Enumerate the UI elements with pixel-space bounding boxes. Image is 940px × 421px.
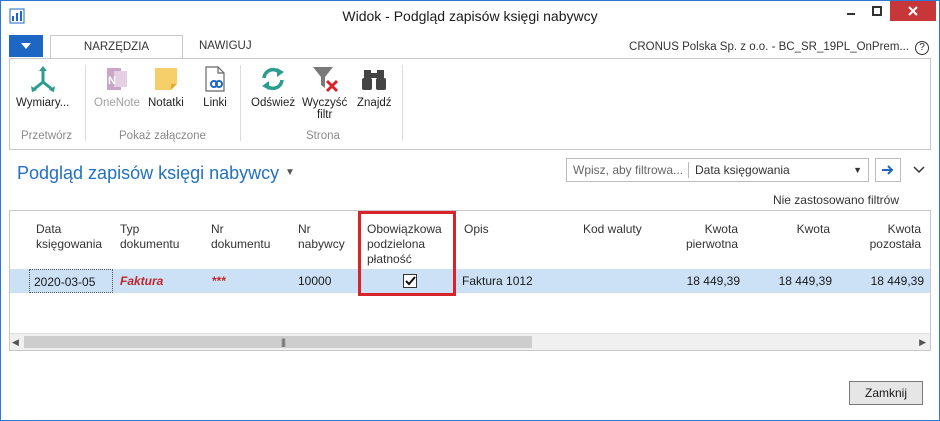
cell-doc-type[interactable]: Faktura: [120, 274, 163, 288]
chevron-down-icon: [21, 43, 31, 49]
notes-button[interactable]: Notatki: [148, 63, 184, 109]
header-line: nabywcy: [298, 237, 345, 251]
col-header-remaining-amount[interactable]: Kwota pozostała: [855, 222, 921, 252]
col-header-customer-no[interactable]: Nr nabywcy: [298, 222, 345, 252]
cell-doc-no[interactable]: ***: [212, 274, 226, 288]
filter-field-select[interactable]: Data księgowania: [695, 163, 790, 177]
clear-filter-icon: [309, 63, 341, 95]
cell-customer-no[interactable]: 10000: [298, 274, 331, 288]
apply-filter-button[interactable]: [875, 158, 901, 182]
dimensions-button[interactable]: Wymiary...: [16, 63, 69, 109]
onenote-icon: N: [101, 63, 133, 95]
title-dropdown-icon[interactable]: ▼: [285, 167, 295, 178]
header-line: księgowania: [36, 237, 103, 251]
dimensions-icon: [27, 63, 59, 95]
cell-remaining-amount[interactable]: 18 449,39: [840, 274, 924, 288]
group-page-label: Strona: [306, 130, 340, 142]
header-line: Nr: [211, 222, 224, 236]
group-process-label: Przetwórz: [21, 130, 73, 142]
header-line: Nr: [298, 222, 311, 236]
onenote-button[interactable]: N OneNote: [94, 63, 140, 109]
col-header-amount[interactable]: Kwota: [770, 222, 830, 237]
dimensions-label: Wymiary...: [16, 97, 70, 109]
svg-text:N: N: [108, 75, 116, 87]
group-attachments-label: Pokaż załączone: [119, 130, 206, 142]
minimize-button[interactable]: [838, 1, 864, 21]
filter-input[interactable]: Wpisz, aby filtrowa...: [573, 163, 683, 177]
filter-status: Nie zastosowano filtrów: [772, 193, 899, 207]
company-name: CRONUS Polska Sp. z o.o. - BC_SR_19PL_On…: [629, 41, 909, 53]
help-icon[interactable]: ?: [915, 41, 929, 55]
clear-filter-label-2: filtr: [316, 109, 333, 121]
cell-original-amount[interactable]: 18 449,39: [660, 274, 740, 288]
maximize-button[interactable]: [864, 1, 890, 21]
app-window: Widok - Podgląd zapisów księgi nabywcy N…: [0, 0, 940, 421]
scroll-right-icon[interactable]: ▶: [919, 337, 926, 348]
notes-label: Notatki: [148, 97, 184, 109]
arrow-right-icon: [882, 165, 894, 175]
highlight-box: [358, 211, 456, 296]
link-icon: [199, 63, 231, 95]
entries-grid: Data księgowania Typ dokumentu Nr dokume…: [9, 210, 931, 351]
horizontal-scrollbar[interactable]: ◀ ||| ▶: [10, 333, 930, 350]
tab-navigate[interactable]: NAWIGUJ: [191, 35, 260, 59]
window-title: Widok - Podgląd zapisów księgi nabywcy: [342, 8, 598, 24]
cell-description[interactable]: Faktura 1012: [462, 274, 533, 288]
refresh-button[interactable]: Odśwież: [251, 63, 295, 109]
binoculars-icon: [358, 63, 390, 95]
scrollbar-thumb[interactable]: |||: [24, 336, 532, 348]
grip-icon: |||: [281, 337, 286, 347]
close-window-button[interactable]: [890, 1, 936, 21]
col-header-doc-no[interactable]: Nr dokumentu: [211, 222, 270, 252]
header-line: pozostała: [869, 237, 921, 251]
ribbon-separator: [240, 65, 241, 141]
col-header-doc-type[interactable]: Typ dokumentu: [120, 222, 179, 252]
note-icon: [150, 63, 182, 95]
col-header-posting-date[interactable]: Data księgowania: [36, 222, 102, 252]
find-button[interactable]: Znajdź: [357, 63, 392, 109]
close-button[interactable]: Zamknij: [849, 381, 923, 405]
header-line: Data: [36, 222, 62, 236]
collapse-icon[interactable]: [913, 163, 925, 177]
cell-posting-date[interactable]: 2020-03-05: [29, 269, 113, 293]
header-line: pierwotna: [685, 237, 738, 251]
header-line: dokumentu: [211, 237, 271, 251]
refresh-icon: [257, 63, 289, 95]
header-line: Typ: [120, 222, 140, 236]
col-header-currency[interactable]: Kod waluty: [583, 222, 642, 237]
col-header-description[interactable]: Opis: [464, 222, 489, 237]
table-row[interactable]: 2020-03-05 Faktura *** 10000 Faktura 101…: [10, 269, 930, 293]
ribbon-separator: [85, 65, 86, 141]
find-label: Znajdź: [357, 97, 392, 109]
title-bar: Widok - Podgląd zapisów księgi nabywcy: [1, 1, 939, 31]
tab-home[interactable]: NARZĘDZIA GŁÓWNE: [50, 35, 183, 75]
header-line: dokumentu: [120, 237, 180, 251]
refresh-label: Odśwież: [251, 97, 296, 109]
header-line: Kwota: [887, 222, 921, 236]
clear-filter-label: Wyczyść: [302, 97, 348, 109]
links-button[interactable]: Linki: [199, 63, 231, 109]
col-header-original-amount[interactable]: Kwota pierwotna: [670, 222, 738, 252]
ribbon-separator: [402, 65, 403, 141]
header-line: Kwota: [704, 222, 738, 236]
app-menu-button[interactable]: [9, 35, 43, 57]
onenote-label: OneNote: [94, 97, 141, 109]
ribbon-tab-bar: NARZĘDZIA GŁÓWNE NAWIGUJ CRONUS Polska S…: [1, 33, 939, 75]
filter-box: Wpisz, aby filtrowa... Data księgowania …: [566, 158, 869, 182]
clear-filter-button[interactable]: Wyczyść filtr: [302, 63, 347, 121]
page-title: Podgląd zapisów księgi nabywcy: [17, 163, 280, 183]
filter-divider: [688, 162, 689, 178]
chevron-down-icon[interactable]: ▼: [853, 165, 862, 175]
scroll-left-icon[interactable]: ◀: [12, 337, 19, 348]
cell-amount[interactable]: 18 449,39: [750, 274, 832, 288]
links-label: Linki: [203, 97, 227, 109]
ribbon: Wymiary... N OneNote Notatki Linki Odświ…: [9, 58, 931, 150]
